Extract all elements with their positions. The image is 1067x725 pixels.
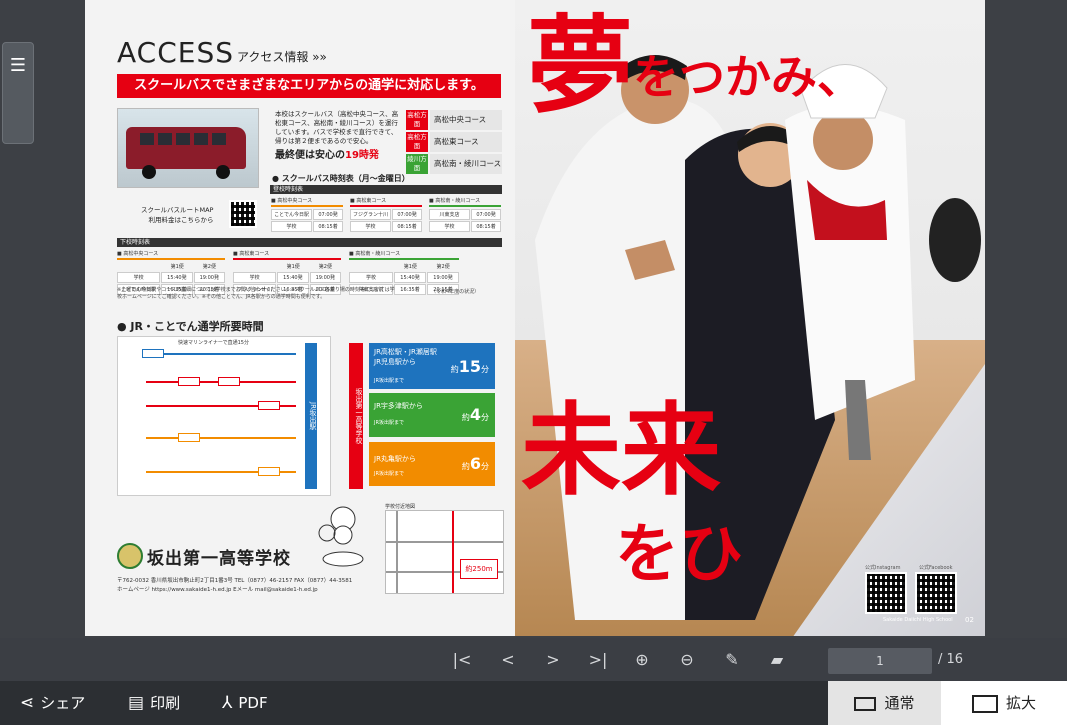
route-ayagawa: 綾川方面 高松南・綾川コース xyxy=(406,154,502,174)
pen-icon[interactable]: ✎ xyxy=(712,638,752,681)
schedule-notes: ※土曜日の時刻表やコースの詳細については学校までお問い合わせください。※スクール… xyxy=(117,287,395,300)
up-schedule-central: ■ 高松中央コース ことでん今日駅 07:00発 学校 08:15着 xyxy=(271,197,343,233)
zoom-out-icon[interactable]: ⊖ xyxy=(667,638,707,681)
up-schedule-east: ■ 高松東コース フジグラン十川 07:00発 学校 08:15着 xyxy=(350,197,422,233)
route-takamatsu-central: 高松方面 高松中央コース xyxy=(406,110,502,130)
sidebar-toggle-button[interactable]: ☰ xyxy=(2,42,34,144)
station xyxy=(258,467,280,476)
route-takamatsu-east: 高松方面 高松東コース xyxy=(406,132,502,152)
share-icon: ⋖ xyxy=(20,693,35,713)
up-schedule-label: 登校時刻表 xyxy=(270,185,502,194)
area-map: 約250m xyxy=(385,510,504,594)
heading-tsukami: をつかみ、 xyxy=(633,50,863,104)
station xyxy=(258,401,280,410)
jr-route-diagram: 快速マリンライナーで直通15分 JR坂出駅 xyxy=(117,336,331,496)
station xyxy=(178,433,200,442)
next-page-icon[interactable]: > xyxy=(533,638,573,681)
page-number-input[interactable] xyxy=(828,648,932,674)
access-title: ACCESS xyxy=(117,36,235,69)
jr-sakaide-station: JR坂出駅 xyxy=(305,343,317,489)
page-left: ACCESS アクセス情報 »» スクールバスでさまざまなエリアからの通学に対応… xyxy=(85,0,515,636)
route-map-qr-code[interactable] xyxy=(229,200,257,228)
route-map-label: スクールバスルートMAP 利用料金はこちらから xyxy=(141,206,214,224)
viewer-right-margin xyxy=(985,0,1067,638)
heading-mirai: 未来 xyxy=(521,392,721,509)
page-total: / 16 xyxy=(938,652,964,667)
rectangle-icon xyxy=(854,696,877,711)
rapid-label: 快速マリンライナーで直通15分 xyxy=(178,340,249,346)
last-page-icon[interactable]: >| xyxy=(578,638,618,681)
share-button[interactable]: ⋖ シェア xyxy=(20,681,85,725)
station xyxy=(218,377,240,386)
schedule-title: ● スクールバス時刻表（月～金曜日） xyxy=(272,174,410,183)
bus-banner: スクールバスでさまざまなエリアからの通学に対応します。 xyxy=(117,74,501,98)
school-vertical-label: 坂出第一高等学校 xyxy=(349,343,363,489)
pdf-button[interactable]: ⅄ PDF xyxy=(222,681,268,725)
rectangle-large-icon xyxy=(971,694,998,713)
eraser-icon[interactable]: ▰ xyxy=(757,638,797,681)
up-schedule-ayagawa: ■ 高松南・綾川コース 川東支店 07:00発 学校 08:15着 xyxy=(429,197,501,233)
heading-wohi: をひ xyxy=(615,518,743,592)
printer-icon: ▤ xyxy=(128,693,145,713)
prev-page-icon[interactable]: < xyxy=(488,638,528,681)
school-bus-photo xyxy=(117,108,259,188)
jr-card-utazu: JR宇多津駅から JR坂出駅まで 約4分 xyxy=(369,393,495,437)
schedule-notes-date: （令和4年度の状況） xyxy=(431,289,480,295)
instagram-caption: 公式Instagram xyxy=(865,565,901,571)
chef-mascot-icon xyxy=(318,506,364,567)
zoom-in-icon[interactable]: ⊕ xyxy=(622,638,662,681)
school-name: 坂出第一高等学校 xyxy=(147,549,291,569)
view-zoom-button[interactable]: 拡大 xyxy=(941,681,1067,725)
jr-card-takamatsu: JR高松駅・JR瀬居駅 JR児島駅から JR坂出駅まで 約15分 xyxy=(369,343,495,389)
print-button[interactable]: ▤ 印刷 xyxy=(128,681,180,725)
walk-distance: 約250m xyxy=(460,559,498,579)
pdf-icon: ⅄ xyxy=(222,693,233,713)
bus-intro-text: 本校はスクールバス（高松中央コース、高松東コース、高松南・綾川コース）を運行して… xyxy=(275,110,399,145)
facebook-qr-code[interactable] xyxy=(915,572,957,614)
station xyxy=(142,349,164,358)
first-page-icon[interactable]: |< xyxy=(442,638,482,681)
page-right: 夢 をつかみ、 未来 をひ 公式Instagram 公式Facebook Sak… xyxy=(515,0,985,636)
heading-yume: 夢 xyxy=(527,5,633,128)
jr-card-marugame: JR丸亀駅から JR坂出駅まで 約6分 xyxy=(369,442,495,486)
area-map-label: 学校付近地図 xyxy=(385,504,416,510)
page-number: 02 xyxy=(965,616,974,624)
jr-title: ● JR・ことでん通学所要時間 xyxy=(117,320,264,333)
access-subtitle: アクセス情報 »» xyxy=(237,50,327,64)
school-crest-icon xyxy=(117,543,143,569)
instagram-qr-code[interactable] xyxy=(865,572,907,614)
last-bus-text: 最終便は安心の19時発 xyxy=(275,150,379,161)
school-address: 〒762-0032 香川県坂出市駒止町2丁目1番3号 TEL（0877）46-2… xyxy=(117,578,353,593)
facebook-caption: 公式Facebook xyxy=(919,565,953,571)
down-schedule-label: 下校時刻表 xyxy=(117,238,502,247)
list-icon: ☰ xyxy=(9,55,27,76)
station xyxy=(178,377,200,386)
view-normal-button[interactable]: 通常 xyxy=(828,681,941,725)
footer-school-name: Sakaide Daiichi High School xyxy=(883,617,953,623)
